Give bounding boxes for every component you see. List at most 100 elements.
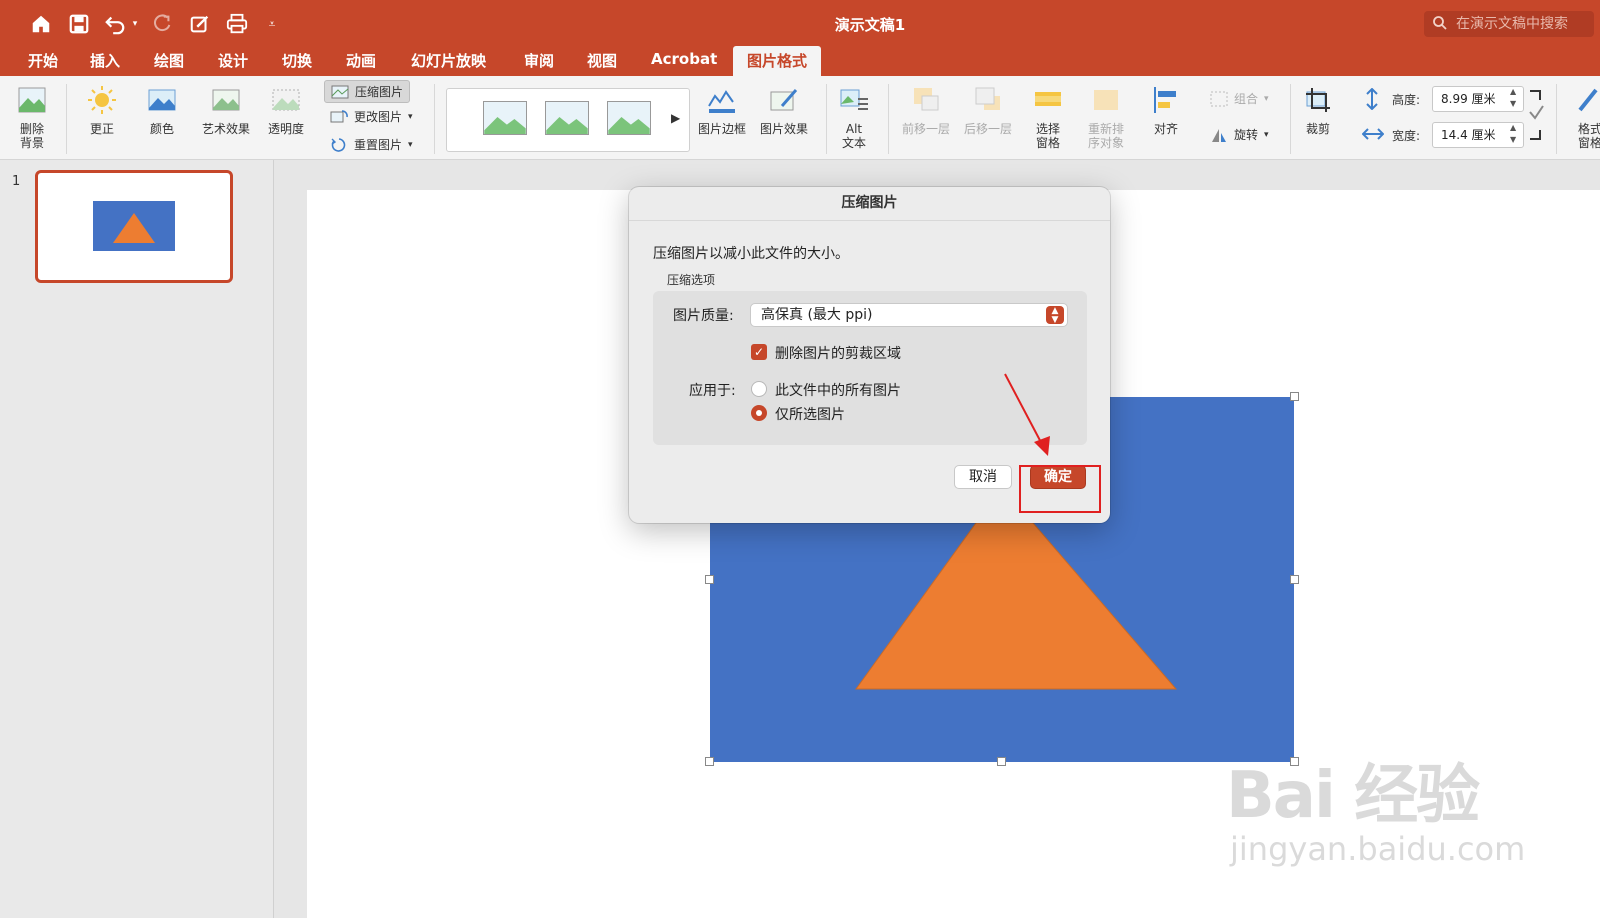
width-stepper[interactable]: ▲ ▼ xyxy=(1510,122,1516,146)
slide-thumbnail[interactable] xyxy=(35,170,233,283)
search-input[interactable]: 在演示文稿中搜索 xyxy=(1424,11,1594,37)
resize-handle[interactable] xyxy=(1290,392,1299,401)
compress-icon xyxy=(331,85,349,98)
alt-text-icon xyxy=(840,89,868,110)
transparency-icon xyxy=(272,89,300,111)
resize-handle[interactable] xyxy=(1290,575,1299,584)
format-pane-button[interactable]: 格式 窗格 xyxy=(1570,84,1600,150)
tab-insert[interactable]: 插入 xyxy=(90,50,120,71)
remove-background-label-1: 删除 xyxy=(19,122,44,136)
align-icon xyxy=(1154,87,1176,113)
rotate-button[interactable]: 旋转 ▾ xyxy=(1210,126,1269,143)
picture-quality-select[interactable]: 高保真 (最大 ppi) ▲ ▼ xyxy=(750,303,1068,327)
alt-text-label-2: 文本 xyxy=(841,136,866,150)
format-pane-label-1: 格式 xyxy=(1577,122,1600,136)
selection-pane-label-1: 选择 xyxy=(1035,122,1060,136)
tab-review[interactable]: 审阅 xyxy=(524,50,554,71)
apply-selected-pictures-label: 仅所选图片 xyxy=(775,407,845,423)
send-backward-icon xyxy=(975,87,1000,110)
tab-design[interactable]: 设计 xyxy=(218,50,248,71)
tab-animations[interactable]: 动画 xyxy=(346,50,376,71)
height-stepper[interactable]: ▲ ▼ xyxy=(1510,86,1516,110)
ribbon-divider xyxy=(1290,84,1291,154)
ribbon-tabs: 开始 插入 绘图 设计 切换 动画 幻灯片放映 审阅 视图 Acrobat 图片… xyxy=(0,46,1600,76)
resize-handle[interactable] xyxy=(997,757,1006,766)
corrections-button[interactable]: 更正 xyxy=(80,84,124,136)
picture-styles-gallery[interactable]: ▶ xyxy=(446,88,690,152)
picture-quality-label: 图片质量: xyxy=(673,308,734,324)
change-picture-button[interactable]: 更改图片 ▾ xyxy=(330,108,413,125)
bring-forward-button: 前移一层 xyxy=(898,84,954,136)
format-pane-label-2: 窗格 xyxy=(1577,136,1600,150)
crop-label: 裁剪 xyxy=(1305,122,1330,136)
tab-view[interactable]: 视图 xyxy=(587,50,617,71)
search-placeholder: 在演示文稿中搜索 xyxy=(1456,16,1568,32)
picture-border-button[interactable]: 图片边框 xyxy=(694,84,750,136)
selection-pane-button[interactable]: 选择 窗格 xyxy=(1028,84,1068,150)
color-button[interactable]: 颜色 xyxy=(140,84,184,136)
picture-style-3[interactable] xyxy=(607,101,651,135)
change-picture-label: 更改图片 xyxy=(354,110,403,124)
crop-icon xyxy=(1306,88,1330,112)
artistic-effects-icon xyxy=(212,89,240,111)
alt-text-button[interactable]: Alt 文本 xyxy=(834,84,874,150)
resize-handle[interactable] xyxy=(705,575,714,584)
dialog-description: 压缩图片以减小此文件的大小。 xyxy=(653,246,849,262)
align-button[interactable]: 对齐 xyxy=(1146,84,1186,136)
resize-handle[interactable] xyxy=(705,757,714,766)
ribbon-divider xyxy=(1556,84,1557,154)
bring-forward-label: 前移一层 xyxy=(901,122,950,136)
apply-selected-pictures-radio[interactable] xyxy=(751,405,767,421)
gallery-more-icon[interactable]: ▶ xyxy=(671,111,680,125)
rotate-icon xyxy=(1212,128,1226,142)
lock-aspect-ratio-icon[interactable] xyxy=(1526,88,1546,148)
reset-picture-button[interactable]: 重置图片 ▾ xyxy=(330,136,413,153)
reorder-objects-icon xyxy=(1094,90,1118,110)
artistic-effects-button[interactable]: 艺术效果 xyxy=(196,84,256,136)
picture-effects-icon xyxy=(770,89,798,111)
ribbon: 删除 背景 更正 颜色 艺术效果 透明度 压缩图片 更改图片 ▾ 重置图片 ▾ xyxy=(0,76,1600,160)
compress-pictures-button[interactable]: 压缩图片 xyxy=(324,80,411,103)
tab-home[interactable]: 开始 xyxy=(28,50,58,71)
title-bar: ▾ ⩡ 演示文稿1 在演示文稿中搜索 开始 插入 绘图 设计 切换 动画 幻灯片… xyxy=(0,0,1600,76)
picture-quality-value: 高保真 (最大 ppi) xyxy=(761,307,873,323)
height-icon xyxy=(1366,88,1378,110)
delete-cropped-areas-checkbox[interactable]: ✓ xyxy=(751,344,767,360)
tab-draw[interactable]: 绘图 xyxy=(154,50,184,71)
format-pane-icon xyxy=(1578,88,1598,112)
cancel-button[interactable]: 取消 xyxy=(954,465,1012,489)
picture-style-2[interactable] xyxy=(545,101,589,135)
tab-transitions[interactable]: 切换 xyxy=(282,50,312,71)
group-icon xyxy=(1210,91,1228,106)
rotate-label: 旋转 xyxy=(1234,128,1259,142)
picture-border-icon xyxy=(708,90,735,113)
slide-thumbnail-pane: 1 xyxy=(0,160,274,918)
picture-effects-button[interactable]: 图片效果 xyxy=(756,84,812,136)
height-label: 高度: xyxy=(1392,93,1421,107)
sun-icon xyxy=(88,86,116,114)
rotate-dropdown-icon: ▾ xyxy=(1264,129,1269,140)
slide-number: 1 xyxy=(12,174,21,189)
ok-button-highlight xyxy=(1019,465,1101,513)
tab-acrobat[interactable]: Acrobat xyxy=(651,50,717,68)
reset-picture-icon xyxy=(331,137,346,152)
apply-all-pictures-radio[interactable] xyxy=(751,381,767,397)
picture-color-icon xyxy=(148,89,176,111)
tab-slideshow[interactable]: 幻灯片放映 xyxy=(411,50,486,71)
annotation-arrow-icon xyxy=(1004,373,1050,456)
bring-forward-icon xyxy=(914,88,939,111)
picture-border-label: 图片边框 xyxy=(697,122,746,136)
tab-picture-format[interactable]: 图片格式 xyxy=(733,46,822,76)
dialog-title: 压缩图片 xyxy=(629,187,1110,221)
transparency-button[interactable]: 透明度 xyxy=(262,84,310,136)
reorder-objects-label-2: 序对象 xyxy=(1087,136,1124,150)
picture-style-1[interactable] xyxy=(483,101,527,135)
reset-picture-dropdown-icon: ▾ xyxy=(408,139,413,150)
ribbon-divider xyxy=(434,84,435,154)
send-backward-label: 后移一层 xyxy=(963,122,1012,136)
remove-background-button[interactable]: 删除 背景 xyxy=(14,84,50,150)
search-icon xyxy=(1433,16,1447,30)
crop-button[interactable]: 裁剪 xyxy=(1298,84,1338,136)
group-button: 组合 ▾ xyxy=(1210,90,1269,107)
reset-picture-label: 重置图片 xyxy=(354,138,403,152)
